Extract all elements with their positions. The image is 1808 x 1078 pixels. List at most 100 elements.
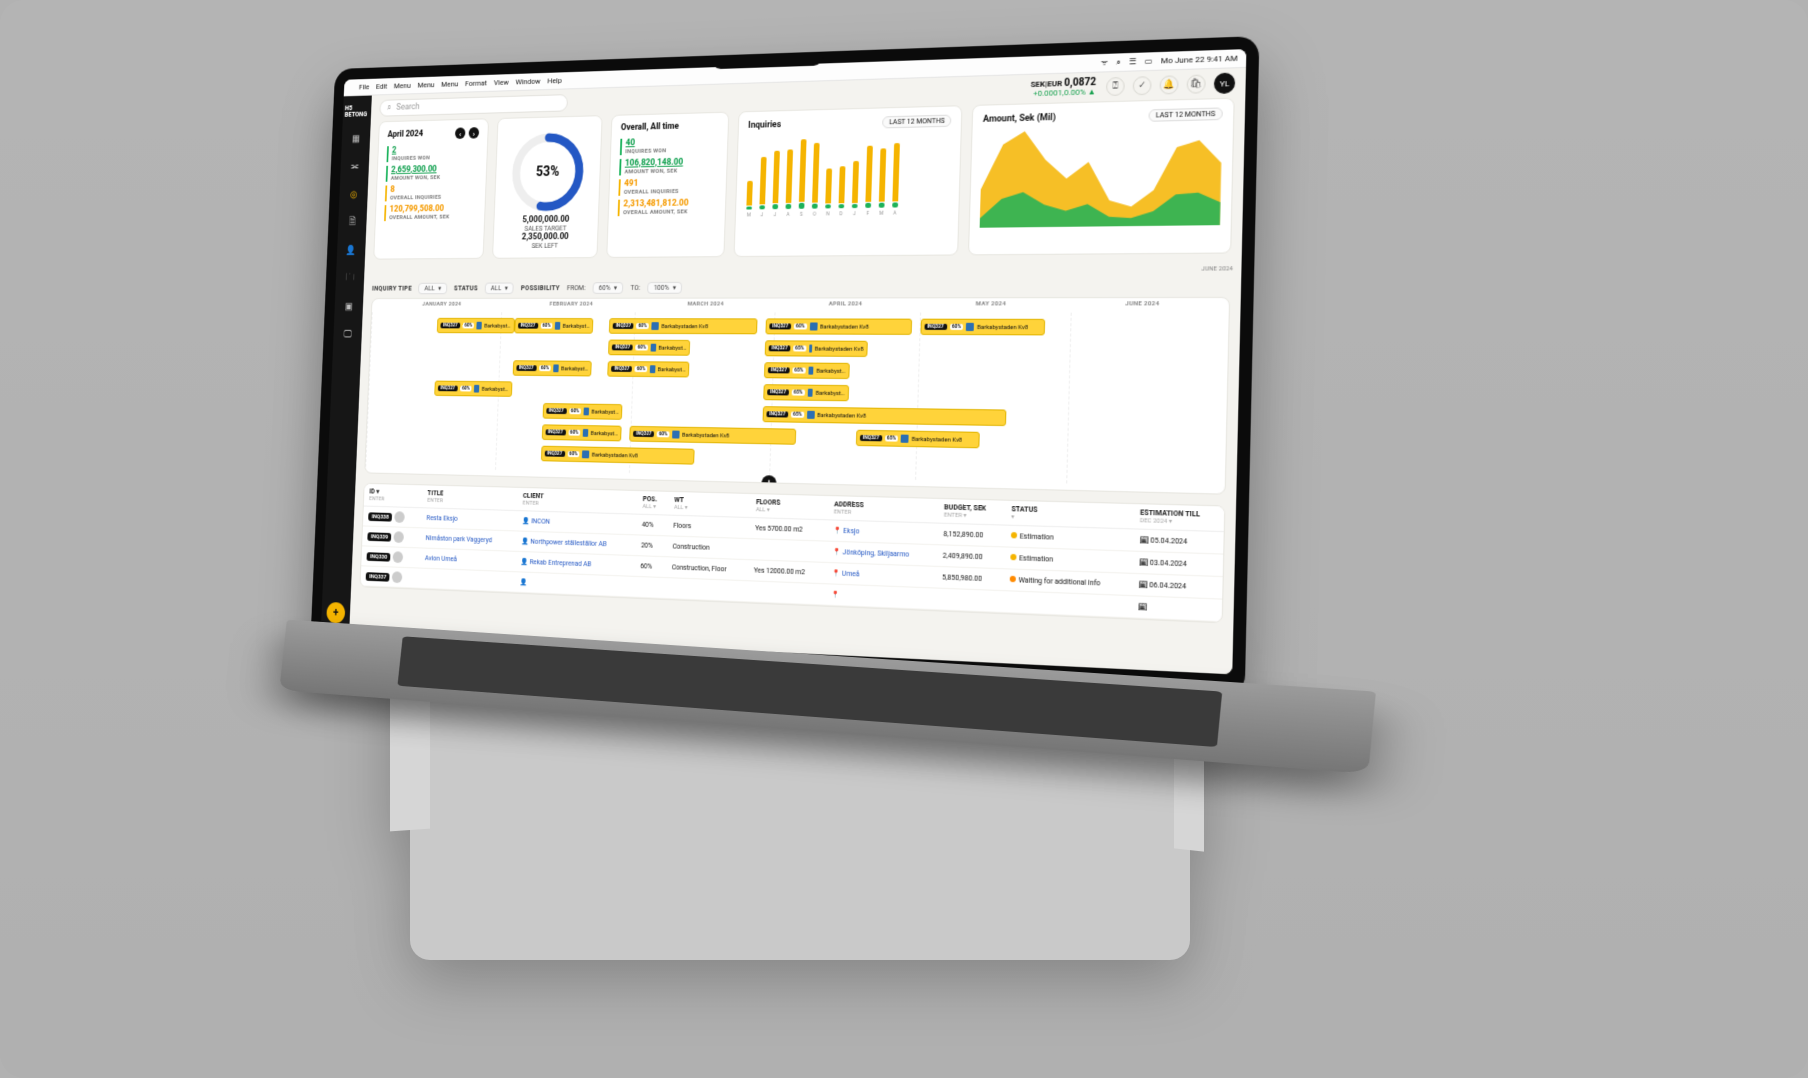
menu-file[interactable]: File [359, 83, 370, 92]
control-center-icon[interactable]: ☰ [1129, 57, 1137, 67]
search-icon[interactable]: ⌕ [1116, 57, 1121, 67]
gantt-item[interactable]: INQ32760% Barkabyst… [541, 424, 622, 441]
sidebar-inquiries-icon[interactable]: ◎ [345, 185, 362, 204]
gantt-item[interactable]: INQ32760% Barkabyst… [514, 318, 594, 334]
bar-Sep[interactable]: S [797, 139, 807, 216]
col-address[interactable]: ADDRESSENTER [828, 496, 939, 523]
menu-view[interactable]: View [494, 78, 509, 87]
col-title[interactable]: TITLEENTER [422, 485, 518, 510]
menu-edit[interactable]: Edit [376, 82, 388, 91]
gantt-item[interactable]: INQ32760% Barkabyst… [608, 361, 690, 377]
sidebar-analytics-icon[interactable]: ⫘ [346, 157, 363, 176]
card-month-title: April 2024 [387, 129, 423, 139]
sidebar-dashboard-icon[interactable]: ▦ [347, 129, 364, 148]
menu-menu[interactable]: Menu [394, 81, 411, 90]
timeline-filters: INQUIRY TIPE ALL ▾ STATUS ALL ▾ POSSIBIL… [363, 276, 1241, 298]
fx-rate[interactable]: SEK|EUR 0,0872 +0.0001,0.00% ▲ [1030, 78, 1096, 98]
bell-icon[interactable]: 🔔 [1159, 75, 1178, 94]
gauge-left: 2,350,000.00 [502, 232, 588, 242]
col-floors[interactable]: FLOORSALL ▾ [750, 494, 829, 520]
card-month: April 2024 ‹ › 2 INQUIRES WON 2,659,300.… [373, 118, 489, 259]
menu-window[interactable]: Window [515, 77, 540, 86]
bar-Jan[interactable]: J [851, 161, 860, 216]
bar-Dec[interactable]: D [837, 166, 846, 215]
sidebar-devices-icon[interactable]: 🖵 [339, 325, 356, 344]
bar-Feb[interactable]: F [864, 145, 874, 215]
inquiries-range-select[interactable]: LAST 12 MONTHS [882, 115, 951, 129]
filter-to[interactable]: 100% ▾ [647, 282, 682, 294]
col-id[interactable]: ID ▾ENTER [364, 484, 423, 508]
filter-inquiry-type[interactable]: ALL ▾ [418, 283, 447, 294]
bar-Aug[interactable]: A [784, 149, 794, 216]
bar-Jun[interactable]: J [758, 156, 767, 216]
gantt-item[interactable]: INQ32760% Barkabyst… [608, 340, 690, 356]
gantt-row: INQ32760% Barkabyst… INQ32765% Barkabyst… [375, 338, 1222, 359]
month-next[interactable]: › [469, 127, 480, 139]
gantt-item[interactable]: INQ32760% Barkabyst… [542, 403, 623, 420]
gantt-item[interactable]: INQ32765% Barkabyst… [763, 384, 849, 401]
gantt-item[interactable]: INQ32765% Barkabyst… [764, 362, 850, 379]
laptop: File Edit Menu Menu Menu Format View Window Help… [260, 50, 1300, 730]
amount-chart-title: Amount, Sek (Mil) [983, 113, 1056, 125]
gantt-item[interactable]: INQ32760% Barkabystaden Kv8 [609, 318, 757, 334]
cart-icon[interactable]: 🛍 [1187, 74, 1206, 93]
gantt-timeline[interactable]: JANUARY 2024FEBRUARY 2024MARCH 2024APRIL… [364, 297, 1230, 495]
sidebar-settings-icon[interactable]: ▣ [340, 297, 357, 316]
menu-format[interactable]: Format [465, 79, 487, 88]
search-icon: ⌕ [387, 103, 392, 112]
client-icon [807, 411, 815, 419]
wifi-icon[interactable]: ᯤ [1100, 57, 1108, 69]
brand-logo[interactable]: H5 BETONG [343, 103, 372, 121]
bar-May[interactable]: M [745, 181, 754, 217]
bar-Apr[interactable]: A [891, 143, 901, 215]
check-icon[interactable]: ✓ [1133, 76, 1152, 95]
search-placeholder: Search [396, 102, 420, 112]
client-icon [672, 431, 680, 439]
bar-Oct[interactable]: O [811, 143, 821, 216]
client-icon [584, 408, 589, 416]
sidebar-docs-icon[interactable]: 🗎 [344, 213, 361, 232]
sidebar-files-icon[interactable]: 🗀 [341, 269, 358, 288]
gauge-target: 5,000,000.00 [503, 215, 589, 226]
gantt-item[interactable]: INQ32765% Barkabystaden Kv8 [763, 406, 1007, 426]
battery-icon[interactable]: ▭ [1144, 56, 1152, 66]
menubar-datetime[interactable]: Mo June 22 9:41 AM [1161, 54, 1238, 66]
filter-from[interactable]: 60% ▾ [592, 282, 623, 294]
card-overall-title: Overall, All time [621, 122, 679, 133]
row-avatar [393, 551, 404, 563]
bar-Jul[interactable]: J [771, 151, 781, 216]
col-pos[interactable]: POS.ALL ▾ [637, 491, 669, 515]
card-inquiries-chart: Inquiries LAST 12 MONTHS M J J A S O N [734, 105, 963, 257]
card-amount-chart: Amount, Sek (Mil) LAST 12 MONTHS [968, 98, 1234, 256]
col-est[interactable]: ESTIMATION TILLDEC 2024 ▾ [1133, 504, 1224, 532]
gantt-item[interactable]: INQ32760% Barkabystaden Kv8 [765, 318, 911, 334]
gantt-item[interactable]: INQ32760% Barkabyst… [512, 360, 592, 376]
menu-help[interactable]: Help [547, 76, 562, 85]
gantt-item[interactable]: INQ32765% Barkabystaden Kv8 [856, 430, 980, 449]
gantt-item[interactable]: INQ32760% Barkabyst… [437, 318, 515, 333]
col-wt[interactable]: WTALL ▾ [668, 492, 751, 518]
user-avatar[interactable]: YL [1214, 72, 1236, 94]
screen: File Edit Menu Menu Menu Format View Window Help… [321, 49, 1247, 674]
sidebar-clients-icon[interactable]: 👤 [343, 241, 360, 260]
bar-Mar[interactable]: M [877, 149, 887, 215]
row-avatar [395, 511, 406, 523]
month-prev[interactable]: ‹ [455, 127, 466, 139]
search-input[interactable]: ⌕ Search [379, 94, 568, 117]
client-icon [901, 435, 909, 443]
help-icon[interactable]: ⍰ [1106, 77, 1125, 96]
bar-Nov[interactable]: N [824, 168, 833, 215]
gantt-item[interactable]: INQ32760% Barkabystaden Kv8 [629, 426, 796, 445]
gantt-add-button[interactable]: + [761, 475, 777, 491]
col-budget[interactable]: BUDGET, SEKENTER ▾ [938, 499, 1006, 525]
menu-menu[interactable]: Menu [441, 80, 458, 89]
add-button[interactable]: + [326, 602, 345, 624]
client-icon [966, 323, 974, 331]
main-area: ⌕ Search SEK|EUR 0,0872 +0.0001,0.00% ▲ [349, 68, 1246, 674]
gantt-item[interactable]: INQ32760% Barkabyst… [434, 381, 512, 397]
gantt-item[interactable]: INQ32765% Barkabystaden Kv8 [765, 340, 868, 357]
gantt-item[interactable]: INQ32760% Barkabystaden Kv8 [920, 319, 1045, 336]
menu-menu[interactable]: Menu [417, 80, 434, 89]
inquiries-chart-title: Inquiries [748, 120, 781, 131]
filter-status[interactable]: ALL ▾ [484, 283, 514, 295]
